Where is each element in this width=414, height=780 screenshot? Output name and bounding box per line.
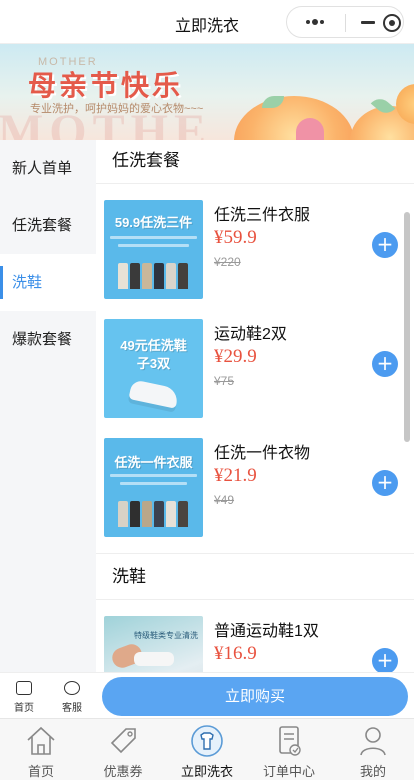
thumbnail-title: 59.9任洗三件 <box>114 215 193 230</box>
tab-home[interactable]: 首页 <box>0 723 82 780</box>
clothes-illustration <box>118 501 190 529</box>
minimize-icon[interactable] <box>361 21 375 24</box>
tab-orders[interactable]: 订单中心 <box>248 723 330 780</box>
product-name: 任洗一件衣物 <box>214 445 311 462</box>
product-price: ¥29.9 <box>214 346 257 367</box>
product-thumbnail: 任洗一件衣服 <box>104 438 203 537</box>
tab-label: 立即洗衣 <box>180 764 233 779</box>
section-title: 任洗套餐 <box>96 140 414 184</box>
buy-now-button[interactable]: 立即购买 <box>102 677 408 716</box>
product-list[interactable]: 任洗套餐 59.9任洗三件 任洗三件衣服 ¥59.9 ¥220 + 49元任洗鞋… <box>96 140 414 672</box>
add-to-cart-button[interactable]: + <box>372 232 398 258</box>
thumbnail-text-line <box>120 482 187 485</box>
product-card[interactable]: 59.9任洗三件 任洗三件衣服 ¥59.9 ¥220 + <box>96 184 414 303</box>
mother-figure-illustration <box>296 118 324 140</box>
chat-icon <box>64 681 80 695</box>
store-icon <box>16 681 32 695</box>
order-list-icon <box>272 723 306 759</box>
action-bar: 首页 客服 立即购买 <box>0 672 414 718</box>
top-bar: 立即洗衣 <box>0 0 414 44</box>
product-card[interactable]: 特级鞋类专业清洗 普通运动鞋1双 ¥16.9 + <box>96 600 414 672</box>
product-card[interactable]: 49元任洗鞋子3双 运动鞋2双 ¥29.9 ¥75 + <box>96 303 414 422</box>
home-icon <box>24 723 58 759</box>
sidebar-item-shoe-wash[interactable]: 洗鞋 <box>0 254 96 311</box>
product-name: 任洗三件衣服 <box>214 207 311 224</box>
section-shoe-wash: 洗鞋 <box>96 553 414 600</box>
add-to-cart-button[interactable]: + <box>372 648 398 672</box>
shoe-illustration <box>128 379 180 409</box>
section-title: 洗鞋 <box>96 554 414 600</box>
product-thumbnail: 49元任洗鞋子3双 <box>104 319 203 418</box>
tab-label: 订单中心 <box>262 764 315 779</box>
customer-service-shortcut[interactable]: 客服 <box>52 681 92 714</box>
tab-bar: 首页 优惠券 立即洗衣 订单中心 我的 <box>0 718 414 780</box>
shoe-illustration <box>134 652 174 666</box>
thumbnail-text-line <box>118 244 189 247</box>
flower-decoration <box>234 96 354 140</box>
tab-label: 我的 <box>359 764 386 779</box>
user-icon <box>356 723 390 759</box>
product-original-price: ¥49 <box>214 493 235 507</box>
product-original-price: ¥75 <box>214 374 235 388</box>
promo-banner[interactable]: MOTHE MOTHER 母亲节快乐 专业洗护，呵护妈妈的爱心衣物~~~ <box>0 44 414 140</box>
thumbnail-text-line <box>110 474 197 477</box>
close-record-icon[interactable] <box>383 14 401 32</box>
category-sidebar: 新人首单 任洗套餐 洗鞋 爆款套餐 <box>0 140 96 672</box>
home-shortcut-label: 首页 <box>14 703 34 714</box>
tab-coupons[interactable]: 优惠券 <box>82 723 164 780</box>
product-original-price: ¥220 <box>214 255 241 269</box>
tab-label: 首页 <box>27 764 54 779</box>
more-icon[interactable] <box>299 13 329 31</box>
product-price: ¥59.9 <box>214 227 257 248</box>
customer-service-label: 客服 <box>62 703 82 714</box>
product-card[interactable]: 任洗一件衣服 任洗一件衣物 ¥21.9 ¥49 + <box>96 422 414 541</box>
coupon-tag-icon <box>106 723 140 759</box>
sidebar-item-new-user[interactable]: 新人首单 <box>0 140 96 197</box>
sidebar-item-hot-packages[interactable]: 爆款套餐 <box>0 311 96 368</box>
capsule-divider <box>345 14 346 32</box>
menu-capsule <box>286 6 404 38</box>
product-thumbnail: 特级鞋类专业清洗 <box>104 616 203 672</box>
laundry-icon <box>190 723 224 759</box>
scrollbar[interactable] <box>404 212 410 442</box>
add-to-cart-button[interactable]: + <box>372 351 398 377</box>
tab-profile[interactable]: 我的 <box>332 723 414 780</box>
banner-subtitle: 专业洗护，呵护妈妈的爱心衣物~~~ <box>30 103 204 115</box>
product-price: ¥16.9 <box>214 643 257 664</box>
clothes-illustration <box>118 263 190 291</box>
thumbnail-text-line <box>110 236 197 239</box>
home-shortcut[interactable]: 首页 <box>4 681 44 714</box>
sidebar-item-unlimited-wash[interactable]: 任洗套餐 <box>0 197 96 254</box>
tab-label: 优惠券 <box>103 764 143 779</box>
thumbnail-title: 特级鞋类专业清洗 <box>134 631 198 640</box>
banner-title: 母亲节快乐 <box>28 69 184 102</box>
product-thumbnail: 59.9任洗三件 <box>104 200 203 299</box>
product-price: ¥21.9 <box>214 465 257 486</box>
product-name: 运动鞋2双 <box>214 326 287 343</box>
thumbnail-title: 49元任洗鞋子3双 <box>120 338 187 371</box>
add-to-cart-button[interactable]: + <box>372 470 398 496</box>
thumbnail-title: 任洗一件衣服 <box>114 455 193 470</box>
product-name: 普通运动鞋1双 <box>214 623 319 640</box>
tab-wash-now[interactable]: 立即洗衣 <box>166 723 248 780</box>
